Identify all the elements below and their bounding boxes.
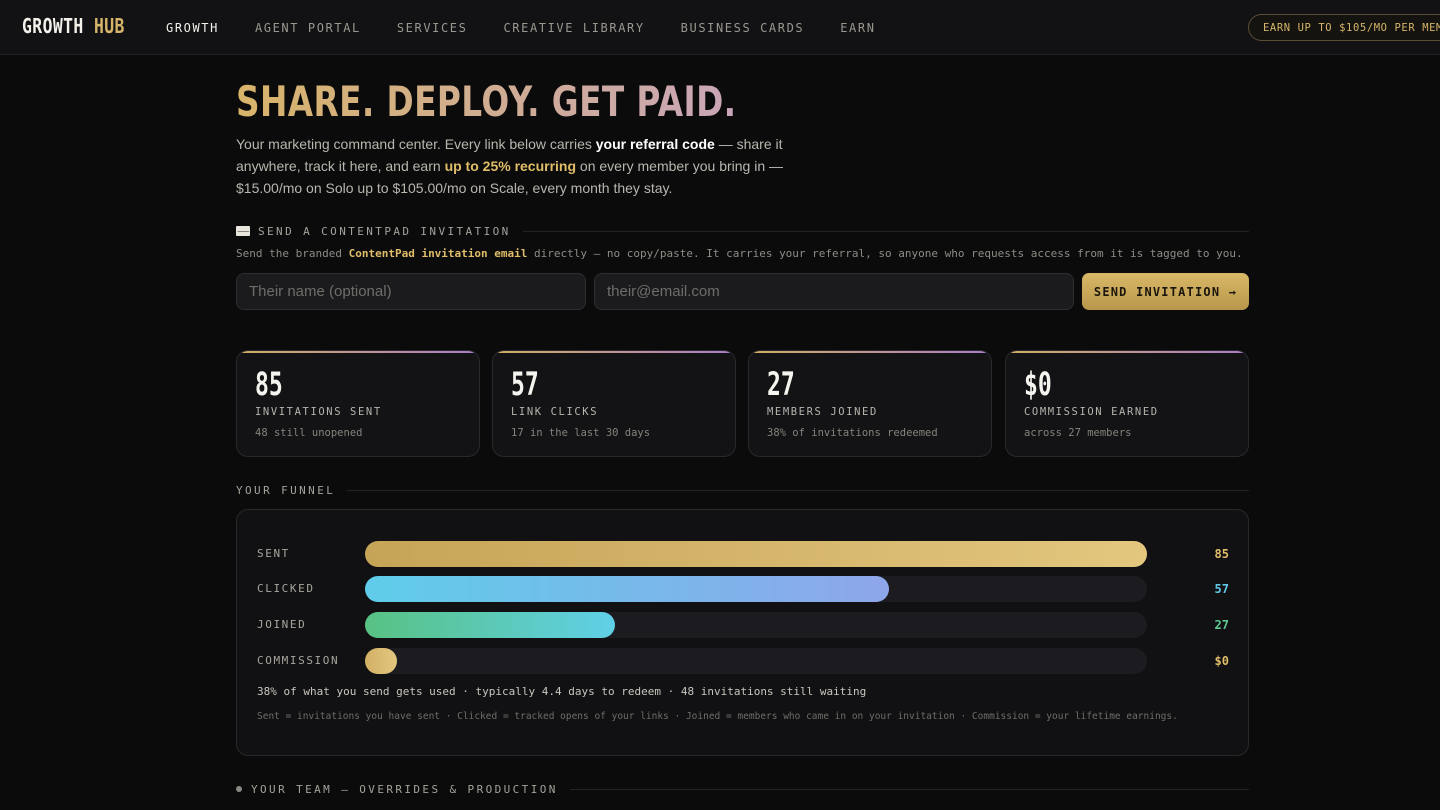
hero-description: Your marketing command center. Every lin… [236,136,784,196]
funnel-bar-clicked [365,576,889,602]
funnel-value: 57 [1214,582,1229,596]
funnel-bar-joined [365,612,616,638]
stat-value: 57 [511,365,539,403]
funnel-row-clicked: CLICKED 57 [257,576,1229,602]
funnel-track [365,612,1147,638]
nav-tab-services[interactable]: SERVICES [379,0,486,54]
stat-subtext: 38% of invitations redeemed [767,427,938,439]
team-section-heading: YOUR TEAM — OVERRIDES & PRODUCTION [236,782,1249,796]
funnel-label: CLICKED [257,582,315,595]
stat-label: LINK CLICKS [511,406,599,418]
nav-tab-business-cards[interactable]: BUSINESS CARDS [663,0,823,54]
funnel-value: 85 [1214,547,1229,561]
stat-label: INVITATIONS SENT [255,406,382,418]
funnel-card: SENT 85 CLICKED 57 JOINED 27 COMMISSION … [236,509,1249,756]
funnel-track [365,541,1147,567]
nav-tab-creative-library[interactable]: CREATIVE LIBRARY [485,0,662,54]
stat-value: 85 [255,365,283,403]
funnel-row-sent: SENT 85 [257,541,1229,567]
stat-card-clicks: 57 LINK CLICKS 17 in the last 30 days [492,350,736,457]
logo[interactable]: GROWTH HUB [22,14,125,38]
stat-subtext: across 27 members [1024,427,1132,439]
funnel-row-commission: COMMISSION $0 [257,648,1229,674]
stat-card-members: 27 MEMBERS JOINED 38% of invitations red… [748,350,992,457]
funnel-legend: Sent = invitations you have sent · Click… [257,711,1178,722]
stat-label: COMMISSION EARNED [1024,406,1159,418]
funnel-row-joined: JOINED 27 [257,612,1229,638]
funnel-bar-sent [365,541,1147,567]
funnel-value: 27 [1214,618,1229,632]
funnel-label: COMMISSION [257,654,340,667]
funnel-value: $0 [1214,654,1229,668]
send-invitation-button[interactable]: SEND INVITATION → [1082,273,1249,310]
invite-description: Send the branded ContentPad invitation e… [236,247,1243,260]
funnel-track [365,576,1147,602]
bullet-icon [236,786,242,792]
stat-value: 27 [767,365,795,403]
stat-card-commission: $0 COMMISSION EARNED across 27 members [1005,350,1249,457]
stat-card-invitations: 85 INVITATIONS SENT 48 still unopened [236,350,480,457]
funnel-label: JOINED [257,618,307,631]
earn-promo-pill[interactable]: EARN UP TO $105/MO PER MEMBER [1248,14,1440,41]
nav-tab-growth[interactable]: GROWTH [148,0,237,54]
name-input[interactable] [236,273,586,310]
funnel-bar-commission [365,648,397,674]
funnel-track [365,648,1147,674]
stat-subtext: 48 still unopened [255,427,363,439]
funnel-summary: 38% of what you send gets used · typical… [257,685,867,698]
nav-tab-agent-portal[interactable]: AGENT PORTAL [237,0,379,54]
funnel-label: SENT [257,547,290,560]
top-nav: GROWTH HUB GROWTH AGENT PORTAL SERVICES … [0,0,1440,55]
stat-label: MEMBERS JOINED [767,406,878,418]
funnel-section-heading: YOUR FUNNEL [236,483,1249,497]
divider [569,788,1249,790]
email-input[interactable] [594,273,1074,310]
page-title: SHARE. DEPLOY. GET PAID. [236,77,737,126]
divider [347,489,1249,491]
stat-value: $0 [1024,365,1052,403]
envelope-icon [236,226,250,236]
stat-subtext: 17 in the last 30 days [511,427,651,439]
nav-tab-earn[interactable]: EARN [822,0,893,54]
nav-links: GROWTH AGENT PORTAL SERVICES CREATIVE LI… [148,0,894,54]
divider [522,230,1249,232]
invite-section-heading: SEND A CONTENTPAD INVITATION [236,224,1249,238]
